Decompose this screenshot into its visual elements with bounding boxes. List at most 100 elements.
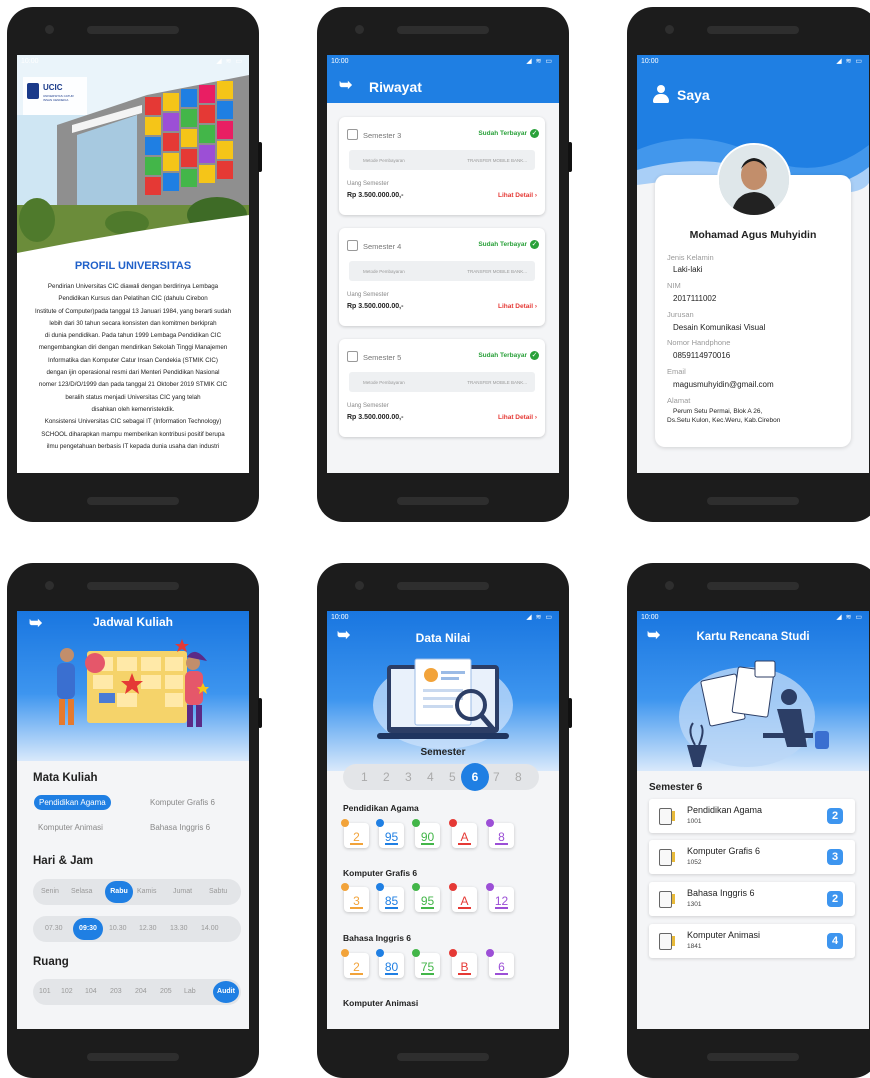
grade-card: 90 (412, 819, 440, 848)
document-icon (659, 849, 675, 866)
payment-card[interactable]: Semester 3 Sudah Terbayar ✓ Metode Pemba… (339, 117, 545, 215)
room-option[interactable]: 104 (85, 988, 97, 995)
payment-card[interactable]: Semester 4 Sudah Terbayar ✓ Metode Pemba… (339, 228, 545, 326)
signal-battery-icon: ◢ ≋ ▭ (526, 614, 553, 621)
grade-card: 95 (376, 819, 404, 848)
day-option-selected[interactable]: Rabu (105, 881, 133, 903)
schedule-illustration (57, 639, 209, 727)
room-option[interactable]: 102 (61, 988, 73, 995)
front-camera (45, 581, 54, 590)
semester-option[interactable]: 8 (515, 770, 522, 784)
side-button (568, 142, 572, 172)
semester-option[interactable]: 5 (449, 770, 456, 784)
payment-method: Metode Pembayaran TRANSFER MOBILE BANK... (349, 150, 535, 170)
check-icon: ✓ (530, 129, 539, 138)
profil-line: Konsistensi Universitas CIC sebagai IT (… (44, 418, 222, 426)
detail-link[interactable]: Lihat Detail › (498, 192, 537, 199)
screen-profil: 10:00 ◢ ≋ ▭ UCIC UNIVERSITAS CATUR INSAN … (17, 55, 249, 473)
phone-saya: 10:00 ◢ ≋ ▭ Saya Mohamad Agus Muhyidin Je… (627, 7, 870, 522)
screen-riwayat: 10:00 ◢ ≋ ▭ ➥ Riwayat Semester 3 Sudah Te… (327, 55, 559, 473)
day-option[interactable]: Sabtu (209, 888, 227, 895)
detail-link[interactable]: Lihat Detail › (498, 303, 537, 310)
day-option[interactable]: Senin (41, 888, 59, 895)
detail-label: Lihat Detail (497, 192, 534, 199)
course-chip[interactable]: Bahasa Inggris 6 (150, 823, 210, 832)
status-bar: 10:00 ◢ ≋ ▭ (327, 611, 559, 625)
logo-subtext: UNIVERSITAS CATUR INSAN CENDEKIA (43, 94, 74, 102)
status-bar: 10:00 ◢ ≋ ▭ (637, 55, 869, 69)
page-title: Saya (677, 87, 710, 103)
room-option[interactable]: 101 (39, 988, 51, 995)
course-chip[interactable]: Komputer Animasi (38, 823, 103, 832)
field-label: Jurusan (667, 310, 694, 319)
status-badge: Sudah Terbayar (478, 352, 527, 359)
chevron-right-icon: › (534, 414, 537, 421)
screen-saya: 10:00 ◢ ≋ ▭ Saya Mohamad Agus Muhyidin Je… (637, 55, 869, 473)
section-title-hari-jam: Hari & Jam (33, 855, 94, 867)
semester-option[interactable]: 2 (383, 770, 390, 784)
grade-value: 80 (384, 960, 399, 974)
course-code: 1841 (687, 943, 702, 950)
section-title-mata-kuliah: Mata Kuliah (33, 772, 98, 784)
course-name: Komputer Grafis 6 (687, 846, 761, 856)
check-icon: ✓ (530, 240, 539, 249)
day-option[interactable]: Selasa (71, 888, 92, 895)
course-row[interactable]: Komputer Grafis 6 1052 3 (649, 840, 855, 874)
field-label: Nomor Handphone (667, 338, 731, 347)
grade-card: 8 (486, 819, 514, 848)
semester-option[interactable]: 7 (493, 770, 500, 784)
detail-link[interactable]: Lihat Detail › (498, 414, 537, 421)
semester-label: Semester 5 (363, 353, 402, 362)
front-camera (355, 25, 364, 34)
bottom-bar (707, 497, 799, 505)
course-chip[interactable]: Pendidikan Agama (34, 795, 111, 810)
screen-nilai: 10:00 ◢ ≋ ▭ ➥ Data Nilai Semester 1 2 3 4… (327, 611, 559, 1029)
time-option[interactable]: 14.00 (201, 925, 219, 932)
profil-line: Informatika dan Komputer Catur Insan Cen… (48, 356, 218, 364)
page-title: Riwayat (369, 79, 422, 95)
study-illustration (679, 660, 829, 767)
detail-label: Lihat Detail (497, 414, 534, 421)
time-option[interactable]: 10.30 (109, 925, 127, 932)
time-option-selected[interactable]: 09:30 (73, 918, 103, 940)
room-option[interactable]: 204 (135, 988, 147, 995)
course-chip[interactable]: Komputer Grafis 6 (150, 798, 215, 807)
profil-title: PROFIL UNIVERSITAS (74, 260, 192, 272)
room-option[interactable]: 203 (110, 988, 122, 995)
course-row[interactable]: Pendidikan Agama 1001 2 (649, 799, 855, 833)
semester-option[interactable]: 4 (427, 770, 434, 784)
payment-card[interactable]: Semester 5 Sudah Terbayar ✓ Metode Pemba… (339, 339, 545, 437)
page-title: Kartu Rencana Studi (696, 631, 810, 643)
method-value: TRANSFER MOBILE BANK... (467, 380, 527, 385)
grade-value: A (460, 830, 469, 844)
speaker (707, 582, 799, 590)
semester-label: Semester 3 (363, 131, 402, 140)
detail-label: Lihat Detail (497, 303, 534, 310)
calendar-icon (347, 351, 358, 362)
semester-option-selected[interactable]: 6 (461, 763, 489, 791)
speaker (87, 26, 179, 34)
room-option-selected[interactable]: Audit (213, 981, 239, 1003)
day-option[interactable]: Jumat (173, 888, 192, 895)
phone-krs: 10:00 ◢ ≋ ▭ ➥ Kartu Rencana Studi Semeste… (627, 563, 870, 1078)
course-row[interactable]: Komputer Animasi 1841 4 (649, 924, 855, 958)
course-row[interactable]: Bahasa Inggris 6 1301 2 (649, 882, 855, 916)
room-option[interactable]: Lab (184, 988, 196, 995)
time-option[interactable]: 13.30 (170, 925, 188, 932)
day-option[interactable]: Kamis (137, 888, 156, 895)
room-option[interactable]: 205 (160, 988, 172, 995)
semester-option[interactable]: 1 (361, 770, 368, 784)
time-option[interactable]: 07.30 (45, 925, 63, 932)
field-value: Ds.Setu Kulon, Kec.Weru, Kab.Cirebon (667, 417, 781, 424)
time-option[interactable]: 12.30 (139, 925, 157, 932)
signal-battery-icon: ◢ ≋ ▭ (836, 614, 863, 621)
fee-amount: Rp 3.500.000.00,- (347, 303, 404, 310)
fee-label: Uang Semester (347, 181, 389, 187)
section-title-ruang: Ruang (33, 956, 69, 968)
back-arrow-icon[interactable]: ➥ (339, 75, 352, 95)
profil-text: Pendirian Universitas CIC diawali dengan… (23, 281, 243, 453)
profil-line: nomer 123/D/O/1999 dan pada tanggal 21 O… (38, 381, 228, 389)
semester-selector: 1 2 3 4 5 6 7 8 (343, 763, 539, 791)
status-time: 10:00 (331, 58, 349, 65)
semester-option[interactable]: 3 (405, 770, 412, 784)
